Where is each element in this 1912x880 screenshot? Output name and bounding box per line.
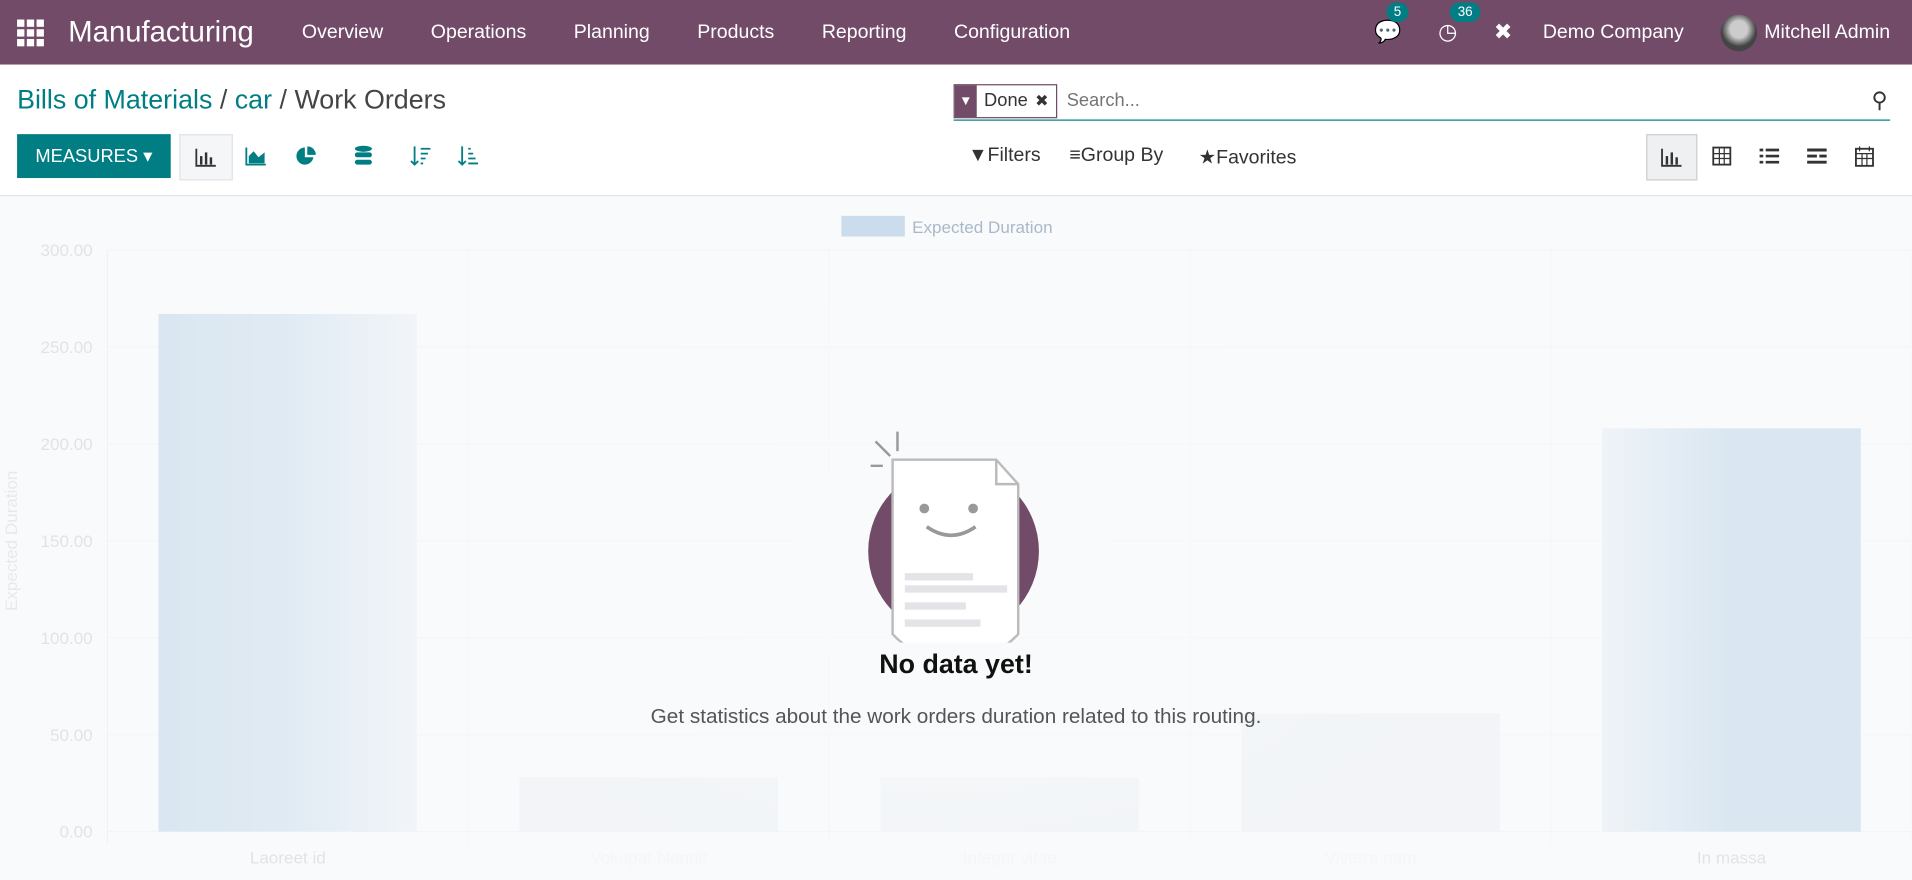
- measures-button[interactable]: MEASURES ▾: [17, 134, 171, 179]
- filter-icon: ▼: [954, 84, 977, 117]
- chart-legend[interactable]: Expected Duration: [841, 215, 1053, 237]
- breadcrumb-bom[interactable]: Bills of Materials: [17, 84, 212, 114]
- navbar: Manufacturing Overview Operations Planni…: [0, 0, 1912, 65]
- filter-icon: ▼: [968, 145, 988, 166]
- activities-icon[interactable]: ◷ 36: [1438, 2, 1480, 46]
- group-by-label: Group By: [1080, 145, 1164, 166]
- pivot-view-icon[interactable]: [1697, 134, 1746, 178]
- apps-menu-icon[interactable]: [17, 18, 44, 46]
- favorites-label: Favorites: [1216, 147, 1297, 169]
- breadcrumb: Bills of Materials / car / Work Orders: [17, 84, 446, 116]
- activities-badge: 36: [1450, 2, 1480, 22]
- menu-overview[interactable]: Overview: [278, 21, 407, 43]
- favorites-button[interactable]: ★Favorites: [1199, 145, 1297, 169]
- messages-icon[interactable]: 💬 5: [1374, 2, 1409, 46]
- facet-value: Done: [984, 90, 1028, 111]
- group-by-icon: ≡: [1069, 145, 1081, 166]
- breadcrumb-car[interactable]: car: [235, 84, 272, 114]
- avatar[interactable]: [1720, 14, 1757, 51]
- empty-document-illustration: [868, 431, 1039, 643]
- list-view-icon[interactable]: [1745, 134, 1794, 178]
- legend-label: Expected Duration: [912, 216, 1053, 236]
- measures-label: MEASURES: [35, 145, 139, 167]
- remove-facet-icon[interactable]: ✖: [1035, 91, 1048, 111]
- star-icon: ★: [1198, 147, 1217, 169]
- calendar-view-icon[interactable]: [1840, 134, 1889, 178]
- search-bar: ▼ Done ✖ ⚲: [953, 82, 1891, 121]
- user-menu[interactable]: Mitchell Admin: [1764, 21, 1890, 43]
- group-by-button[interactable]: ≡Group By: [1069, 145, 1163, 167]
- empty-title: No data yet!: [879, 648, 1033, 680]
- control-panel: Bills of Materials / car / Work Orders ▼…: [0, 64, 1912, 197]
- company-switcher[interactable]: Demo Company: [1543, 21, 1684, 43]
- menu-configuration[interactable]: Configuration: [930, 21, 1094, 43]
- search-input[interactable]: [1064, 89, 1872, 113]
- breadcrumb-separator: /: [219, 84, 228, 115]
- bar-chart-icon[interactable]: [179, 134, 233, 181]
- filter-facet: ▼ Done ✖: [953, 83, 1057, 118]
- menu-operations[interactable]: Operations: [407, 21, 550, 43]
- breadcrumb-separator: /: [279, 84, 287, 115]
- line-chart-icon[interactable]: [230, 134, 281, 178]
- pie-chart-icon[interactable]: [280, 134, 331, 178]
- gantt-view-icon[interactable]: [1793, 134, 1842, 178]
- empty-text: Get statistics about the work orders dur…: [650, 704, 1262, 728]
- app-name[interactable]: Manufacturing: [68, 15, 253, 49]
- sort-ascending-icon[interactable]: [443, 134, 494, 178]
- messages-badge: 5: [1386, 2, 1409, 22]
- sort-descending-icon[interactable]: [395, 134, 446, 178]
- debug-tools-icon[interactable]: ✖: [1494, 20, 1512, 46]
- search-icon[interactable]: ⚲: [1872, 88, 1888, 114]
- stacked-icon[interactable]: [338, 134, 389, 178]
- menu-reporting[interactable]: Reporting: [798, 21, 930, 43]
- filters-label: Filters: [987, 145, 1041, 166]
- legend-swatch: [841, 215, 905, 237]
- filters-button[interactable]: ▼Filters: [968, 145, 1040, 167]
- menu-products[interactable]: Products: [674, 21, 799, 43]
- graph-view-icon[interactable]: [1646, 134, 1698, 181]
- page-title: Work Orders: [294, 84, 446, 115]
- menu-planning[interactable]: Planning: [550, 21, 674, 43]
